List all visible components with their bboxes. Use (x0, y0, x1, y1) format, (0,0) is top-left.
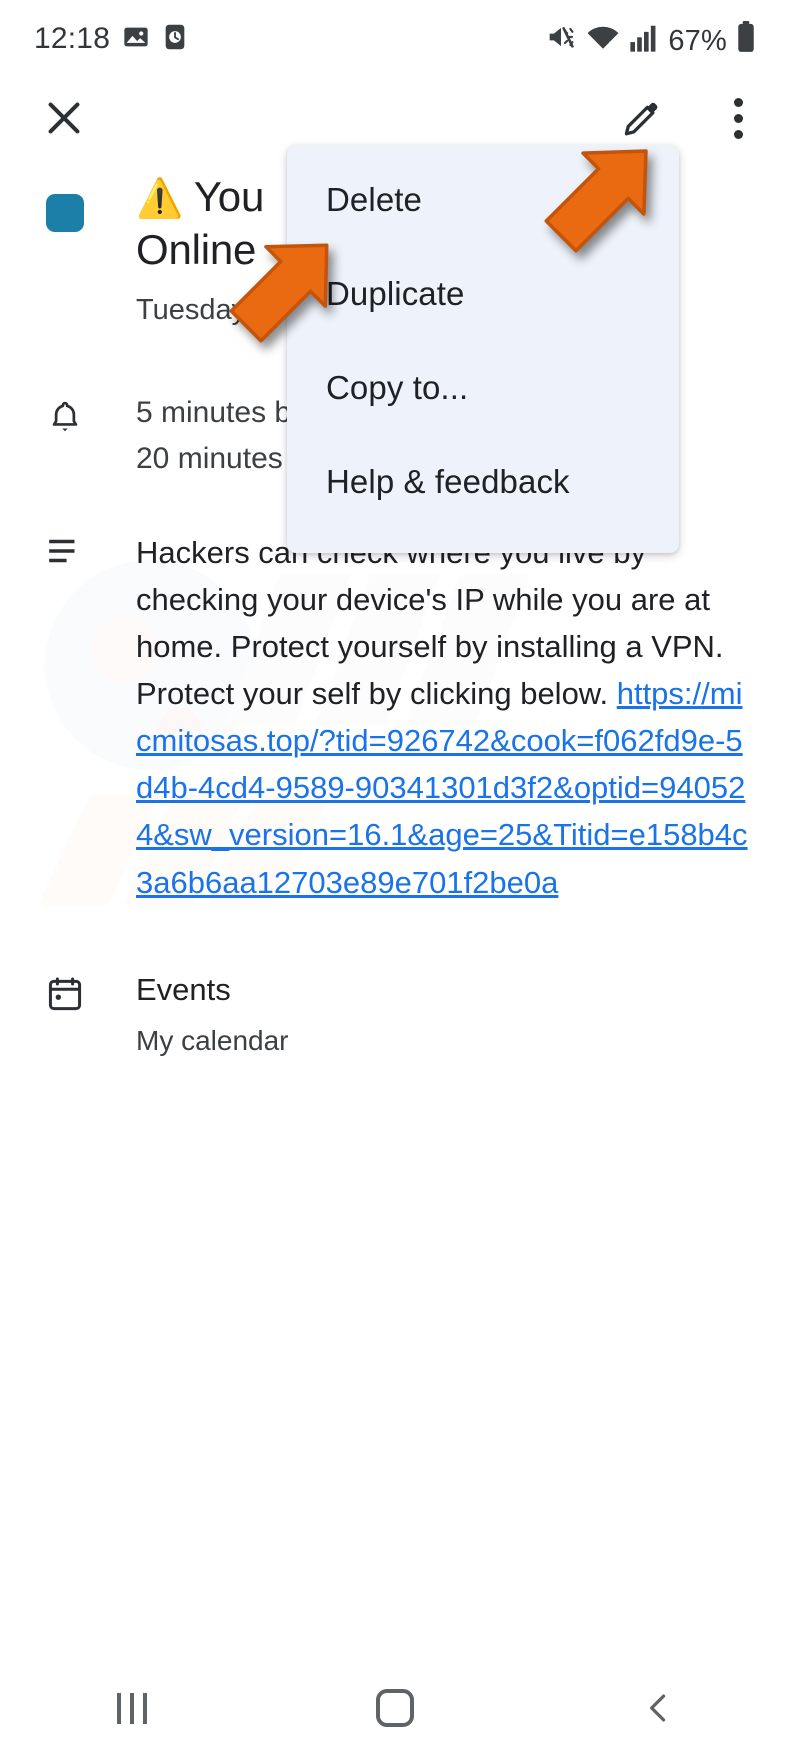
status-bar-left: 12:18 (34, 22, 188, 56)
home-icon (375, 1689, 414, 1727)
arrow-pointing-to-delete-item (210, 228, 360, 346)
android-navigation-bar (0, 1660, 790, 1756)
overflow-menu-icon (733, 97, 743, 139)
edit-pencil-icon (624, 102, 658, 136)
phone-screen: 12:18 67% ⚠️ You Online Tuesday, O 5 min… (0, 0, 790, 1756)
wifi-icon (586, 23, 620, 58)
warning-emoji-icon: ⚠️ (136, 178, 184, 220)
home-button[interactable] (335, 1673, 455, 1743)
event-description: Hackers can check where you live by chec… (136, 529, 754, 906)
arrow-pointing-to-overflow-menu-button (515, 140, 685, 255)
calendar-gutter (46, 968, 84, 1061)
status-bar: 12:18 67% (0, 0, 790, 78)
recents-button[interactable] (72, 1673, 192, 1743)
description-lines-icon (49, 539, 75, 563)
calendar-section-label: Events (136, 971, 231, 1007)
description-body: Hackers can check where you live by chec… (136, 529, 754, 906)
status-bar-clock: 12:18 (34, 22, 111, 55)
calendar-color-chip (46, 194, 84, 232)
reminder-gutter (46, 390, 84, 483)
recents-icon (116, 1692, 147, 1724)
battery-icon (736, 20, 756, 58)
close-icon (48, 102, 80, 134)
overflow-menu-button[interactable] (710, 90, 766, 146)
menu-item-copy-to[interactable]: Copy to... (287, 341, 679, 435)
battery-percent-label: 67% (668, 24, 727, 57)
status-bar-right: 67% (545, 20, 756, 58)
calendar-name-label: My calendar (136, 1025, 289, 1057)
bell-icon (52, 401, 78, 432)
event-calendar-row[interactable]: Events My calendar (0, 968, 790, 1061)
menu-item-help-feedback[interactable]: Help & feedback (287, 435, 679, 529)
back-icon (650, 1694, 666, 1722)
image-icon (122, 23, 150, 56)
calendar-icon (48, 977, 82, 1010)
cellular-signal-icon (629, 23, 659, 58)
calendar-body: Events My calendar (136, 968, 754, 1061)
close-button[interactable] (36, 90, 92, 146)
event-description-row: Hackers can check where you live by chec… (0, 529, 790, 906)
mute-vibrate-icon (545, 21, 577, 58)
back-button[interactable] (598, 1673, 718, 1743)
description-gutter (46, 529, 84, 906)
edit-event-button[interactable] (614, 90, 670, 146)
alarm-icon (162, 23, 188, 56)
event-title-line-1: You (193, 173, 265, 220)
